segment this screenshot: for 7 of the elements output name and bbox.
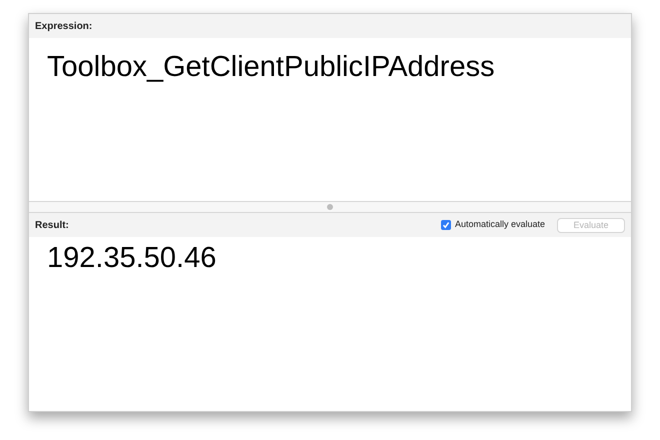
split-handle[interactable] xyxy=(327,204,333,210)
result-label: Result: xyxy=(35,218,69,232)
checkbox[interactable] xyxy=(440,220,451,230)
expression-label: Expression: xyxy=(35,20,92,34)
checkbox-label: Automatically evaluate xyxy=(454,218,545,232)
result-value: 192.35.50.46 xyxy=(46,241,218,276)
expression-field[interactable]: Toolbox_GetClientPublicIPAddress xyxy=(29,38,631,97)
